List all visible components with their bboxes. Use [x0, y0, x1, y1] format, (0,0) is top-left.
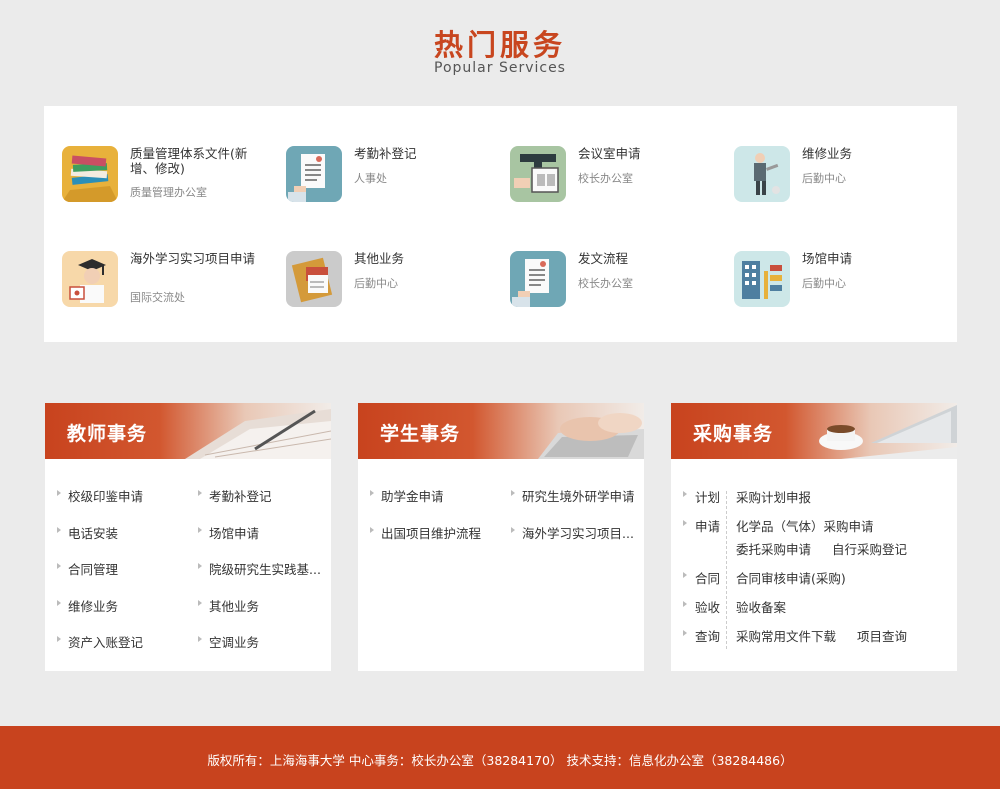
teacher-link-aircon[interactable]: 空调业务 [209, 632, 327, 651]
bullet-icon [683, 601, 687, 607]
bullet-icon [683, 572, 687, 578]
purchase-affairs-panel: 采购事务 计划 采购计划申报 申请 化学品（气体）采购申请 委托采购申请 自行采… [671, 403, 957, 671]
student-link-overseas-internship[interactable]: 海外学习实习项目... [522, 523, 642, 542]
bullet-icon [683, 630, 687, 636]
purchase-title: 采购事务 [693, 423, 774, 445]
document-icon [510, 251, 566, 307]
bullet-icon [198, 563, 202, 569]
bullet-icon [198, 600, 202, 606]
bullet-icon [57, 636, 61, 642]
service-item-quality-docs[interactable]: 质量管理体系文件(新增、修改) 质量管理办公室 [62, 146, 272, 216]
teacher-banner: 教师事务 [45, 403, 331, 459]
service-item-repair[interactable]: 维修业务 后勤中心 [734, 146, 944, 216]
service-item-overseas-study[interactable]: 海外学习实习项目申请 国际交流处 [62, 251, 272, 321]
building-icon [734, 251, 790, 307]
bullet-icon [198, 490, 202, 496]
purchase-link-entrusted[interactable]: 委托采购申请 [736, 539, 811, 558]
teacher-title: 教师事务 [67, 423, 148, 445]
service-dept: 后勤中心 [802, 172, 846, 185]
purchase-label-contract: 合同 [695, 571, 721, 586]
student-affairs-panel: 学生事务 助学金申请 研究生境外研学申请 出国项目维护流程 海外学习实习项目..… [358, 403, 644, 671]
purchase-banner: 采购事务 [671, 403, 957, 459]
teacher-link-asset-entry[interactable]: 资产入账登记 [68, 632, 192, 651]
service-dept: 校长办公室 [578, 172, 633, 185]
purchase-divider [726, 491, 727, 649]
service-item-dispatch[interactable]: 发文流程 校长办公室 [510, 251, 720, 321]
purchase-link-acceptance-record[interactable]: 验收备案 [736, 597, 786, 616]
service-name: 会议室申请 [578, 146, 641, 161]
purchase-link-self-register[interactable]: 自行采购登记 [832, 539, 907, 558]
purchase-label-query: 查询 [695, 629, 721, 644]
bullet-icon [683, 520, 687, 526]
bullet-icon [370, 490, 374, 496]
bullet-icon [57, 600, 61, 606]
purchase-link-contract-review[interactable]: 合同审核申请(采购) [736, 568, 846, 587]
service-dept: 国际交流处 [130, 291, 185, 304]
teacher-link-repair[interactable]: 维修业务 [68, 596, 192, 615]
service-name: 发文流程 [578, 251, 629, 266]
service-dept: 后勤中心 [802, 277, 846, 290]
service-dept: 质量管理办公室 [130, 186, 207, 199]
purchase-link-chemical[interactable]: 化学品（气体）采购申请 [736, 516, 874, 535]
purchase-label-acceptance: 验收 [695, 600, 721, 615]
section-title: 热门服务 [433, 28, 566, 62]
section-subtitle: Popular Services [434, 60, 566, 76]
teacher-link-practice-base[interactable]: 院级研究生实践基... [209, 559, 327, 578]
service-dept: 人事处 [354, 172, 387, 185]
teacher-link-contract[interactable]: 合同管理 [68, 559, 192, 578]
service-name: 海外学习实习项目申请 [130, 251, 256, 266]
bullet-icon [683, 491, 687, 497]
purchase-label-apply: 申请 [695, 519, 721, 534]
footer-copyright: 版权所有：上海海事大学 中心事务：校长办公室（38284170） 技术支持：信息… [207, 753, 793, 768]
section-title-box: 热门服务 Popular Services [420, 20, 580, 80]
purchase-label-plan: 计划 [695, 490, 721, 505]
student-link-overseas-research[interactable]: 研究生境外研学申请 [522, 486, 642, 505]
service-item-other[interactable]: 其他业务 后勤中心 [286, 251, 496, 321]
teacher-affairs-panel: 教师事务 校级印鉴申请 考勤补登记 电话安装 场馆申请 合同管理 院级研究生实践… [45, 403, 331, 671]
student-title: 学生事务 [380, 423, 461, 445]
service-dept: 后勤中心 [354, 277, 398, 290]
bullet-icon [198, 636, 202, 642]
footer: 版权所有：上海海事大学 中心事务：校长办公室（38284170） 技术支持：信息… [0, 726, 1000, 789]
projector-icon [510, 146, 566, 202]
document-icon [286, 146, 342, 202]
teacher-link-other[interactable]: 其他业务 [209, 596, 327, 615]
bullet-icon [57, 527, 61, 533]
teacher-link-seal-application[interactable]: 校级印鉴申请 [68, 486, 192, 505]
student-link-abroad-program[interactable]: 出国项目维护流程 [381, 523, 505, 542]
student-link-grant[interactable]: 助学金申请 [381, 486, 505, 505]
service-item-attendance[interactable]: 考勤补登记 人事处 [286, 146, 496, 216]
purchase-link-file-download[interactable]: 采购常用文件下载 [736, 626, 836, 645]
teacher-link-venue[interactable]: 场馆申请 [209, 523, 327, 542]
notebook-icon [286, 251, 342, 307]
graduate-icon [62, 251, 118, 307]
service-name: 维修业务 [802, 146, 853, 161]
service-dept: 校长办公室 [578, 277, 633, 290]
bullet-icon [198, 527, 202, 533]
popular-services-panel: 质量管理体系文件(新增、修改) 质量管理办公室 考勤补登记 人事处 会议室申请 … [44, 106, 957, 342]
service-name: 其他业务 [354, 251, 405, 266]
service-item-meeting-room[interactable]: 会议室申请 校长办公室 [510, 146, 720, 216]
bullet-icon [511, 490, 515, 496]
repairman-icon [734, 146, 790, 202]
service-name: 场馆申请 [802, 251, 853, 266]
service-name: 质量管理体系文件(新增、修改) [130, 146, 248, 176]
service-item-venue[interactable]: 场馆申请 后勤中心 [734, 251, 944, 321]
bullet-icon [370, 527, 374, 533]
purchase-link-plan-report[interactable]: 采购计划申报 [736, 487, 811, 506]
teacher-link-phone-install[interactable]: 电话安装 [68, 523, 192, 542]
service-name: 考勤补登记 [354, 146, 417, 161]
section-header: 热门服务 Popular Services [0, 0, 1000, 100]
bullet-icon [57, 490, 61, 496]
bullet-icon [57, 563, 61, 569]
bullet-icon [511, 527, 515, 533]
books-icon [62, 146, 118, 202]
teacher-link-attendance[interactable]: 考勤补登记 [209, 486, 327, 505]
student-banner: 学生事务 [358, 403, 644, 459]
purchase-link-project-query[interactable]: 项目查询 [857, 626, 907, 645]
